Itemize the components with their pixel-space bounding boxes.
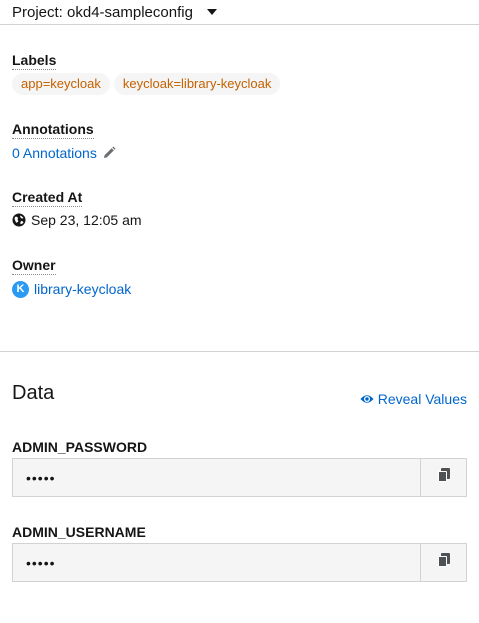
label-chip[interactable]: app=keycloak: [12, 73, 110, 95]
resource-badge-icon: K: [12, 280, 29, 298]
label-chip[interactable]: keycloak=library-keycloak: [113, 73, 281, 95]
owner-heading: Owner: [12, 257, 56, 275]
project-selector-label: Project: okd4-sampleconfig: [12, 3, 193, 21]
created-at-heading: Created At: [12, 189, 83, 207]
owner-link-label: library-keycloak: [34, 281, 132, 297]
secret-value-field: •••••: [12, 458, 421, 497]
annotations-link[interactable]: 0 Annotations: [12, 144, 116, 162]
eye-icon: [360, 392, 374, 406]
project-bar: Project: okd4-sampleconfig: [0, 0, 479, 25]
globe-icon: [12, 213, 26, 227]
copy-icon: [437, 468, 450, 487]
owner-link[interactable]: K library-keycloak: [12, 280, 131, 298]
reveal-values-button[interactable]: Reveal Values: [360, 390, 467, 408]
data-section-title: Data: [12, 382, 55, 404]
annotations-link-label: 0 Annotations: [12, 145, 97, 161]
created-at-text: Sep 23, 12:05 am: [31, 212, 142, 228]
annotations-heading: Annotations: [12, 121, 94, 139]
copy-button[interactable]: [421, 458, 467, 497]
project-selector[interactable]: Project: okd4-sampleconfig: [12, 2, 217, 22]
labels-heading: Labels: [12, 52, 57, 70]
created-at-value: Sep 23, 12:05 am: [12, 211, 142, 229]
pencil-icon: [102, 146, 116, 160]
reveal-values-label: Reveal Values: [377, 391, 467, 407]
copy-button[interactable]: [421, 543, 467, 582]
secret-details-page: Project: okd4-sampleconfig Labels app=ke…: [0, 0, 479, 623]
secret-value-field: •••••: [12, 543, 421, 582]
chevron-down-icon: [206, 9, 217, 15]
secret-key-label: ADMIN_PASSWORD: [12, 439, 148, 455]
labels-list: app=keycloak keycloak=library-keycloak: [12, 73, 281, 95]
secret-key-label: ADMIN_USERNAME: [12, 524, 146, 540]
copy-icon: [437, 553, 450, 572]
section-divider: [0, 351, 479, 352]
